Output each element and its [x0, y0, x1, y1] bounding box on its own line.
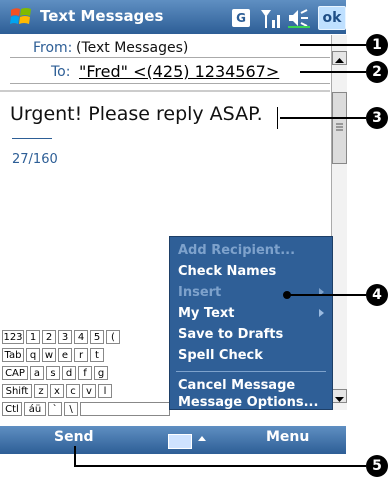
- scroll-down-icon[interactable]: [332, 389, 347, 403]
- gprs-indicator: G: [232, 9, 250, 27]
- to-field[interactable]: "Fred" <(425) 1234567>: [79, 62, 279, 81]
- menu-item-message-options[interactable]: Message Options...: [178, 395, 318, 410]
- menu-button[interactable]: Menu: [266, 429, 309, 445]
- key-accents[interactable]: áü: [24, 402, 46, 416]
- key-g[interactable]: g: [94, 366, 108, 380]
- key-c[interactable]: c: [66, 384, 80, 398]
- key-z[interactable]: z: [34, 384, 48, 398]
- menu-item-my-text[interactable]: My Text: [178, 306, 235, 321]
- key-backslash[interactable]: \: [64, 402, 78, 416]
- key-x[interactable]: x: [50, 384, 64, 398]
- key-paren[interactable]: (: [106, 330, 120, 344]
- count-underline: [12, 138, 52, 139]
- key-5[interactable]: 5: [90, 330, 104, 344]
- key-e[interactable]: e: [58, 348, 72, 362]
- menu-item-add-recipient[interactable]: Add Recipient...: [178, 243, 295, 258]
- scrollbar-thumb[interactable]: [332, 92, 347, 164]
- menu-separator: [176, 371, 326, 372]
- key-3[interactable]: 3: [58, 330, 72, 344]
- my-text-submenu-arrow-icon: [319, 309, 324, 317]
- callout-5-leader: [74, 465, 366, 467]
- key-shift[interactable]: Shift: [2, 384, 32, 398]
- menu-item-spell-check[interactable]: Spell Check: [178, 348, 263, 363]
- key-f[interactable]: f: [78, 366, 92, 380]
- callout-1: 1: [366, 34, 388, 56]
- header-separator: [0, 90, 330, 92]
- ok-button[interactable]: ok: [318, 6, 346, 30]
- callout-2-leader: [300, 71, 366, 73]
- volume-icon[interactable]: [286, 7, 312, 29]
- key-space[interactable]: [80, 402, 170, 416]
- keyboard-icon[interactable]: [168, 434, 192, 449]
- to-label: To:: [51, 64, 71, 80]
- app-title: Text Messages: [40, 7, 164, 25]
- key-tab[interactable]: Tab: [2, 348, 24, 362]
- key-r[interactable]: r: [74, 348, 88, 362]
- from-label: From:: [33, 40, 73, 56]
- key-t[interactable]: t: [90, 348, 104, 362]
- callout-2: 2: [366, 61, 388, 83]
- from-divider: [10, 57, 330, 58]
- key-backtick[interactable]: `: [48, 402, 62, 416]
- menu-item-save-to-drafts[interactable]: Save to Drafts: [178, 327, 283, 342]
- text-caret: [277, 107, 278, 129]
- callout-3: 3: [366, 107, 388, 129]
- menu-item-insert[interactable]: Insert: [178, 285, 221, 300]
- key-4[interactable]: 4: [74, 330, 88, 344]
- signal-icon[interactable]: [258, 6, 282, 30]
- menu-item-check-names[interactable]: Check Names: [178, 264, 276, 279]
- windows-start-icon[interactable]: [8, 4, 34, 30]
- key-a[interactable]: a: [30, 366, 44, 380]
- key-1[interactable]: 1: [26, 330, 40, 344]
- send-button[interactable]: Send: [54, 429, 94, 445]
- key-2[interactable]: 2: [42, 330, 56, 344]
- callout-1-leader: [300, 44, 366, 46]
- key-s[interactable]: s: [46, 366, 60, 380]
- from-value: (Text Messages): [76, 40, 189, 56]
- callout-5: 5: [366, 455, 388, 477]
- key-l[interactable]: l: [98, 384, 112, 398]
- callout-3-leader: [280, 117, 366, 119]
- scroll-up-icon[interactable]: [332, 51, 347, 65]
- key-d[interactable]: d: [62, 366, 76, 380]
- input-panel-arrow-icon[interactable]: [198, 436, 206, 441]
- popup-menu[interactable]: Add Recipient... Check Names Insert My T…: [169, 236, 333, 410]
- key-q[interactable]: q: [26, 348, 40, 362]
- message-body[interactable]: Urgent! Please reply ASAP.: [10, 103, 263, 125]
- callout-5-leader-vertical: [74, 446, 76, 467]
- key-123[interactable]: 123: [2, 330, 24, 344]
- key-v[interactable]: v: [82, 384, 96, 398]
- menu-item-cancel-message[interactable]: Cancel Message: [178, 378, 295, 393]
- key-ctl[interactable]: Ctl: [2, 402, 22, 416]
- callout-4: 4: [366, 284, 388, 306]
- key-caps[interactable]: CAP: [2, 366, 28, 380]
- character-count: 27/160: [12, 152, 58, 167]
- to-divider: [10, 83, 330, 84]
- key-w[interactable]: w: [42, 348, 56, 362]
- callout-4-leader: [289, 294, 366, 296]
